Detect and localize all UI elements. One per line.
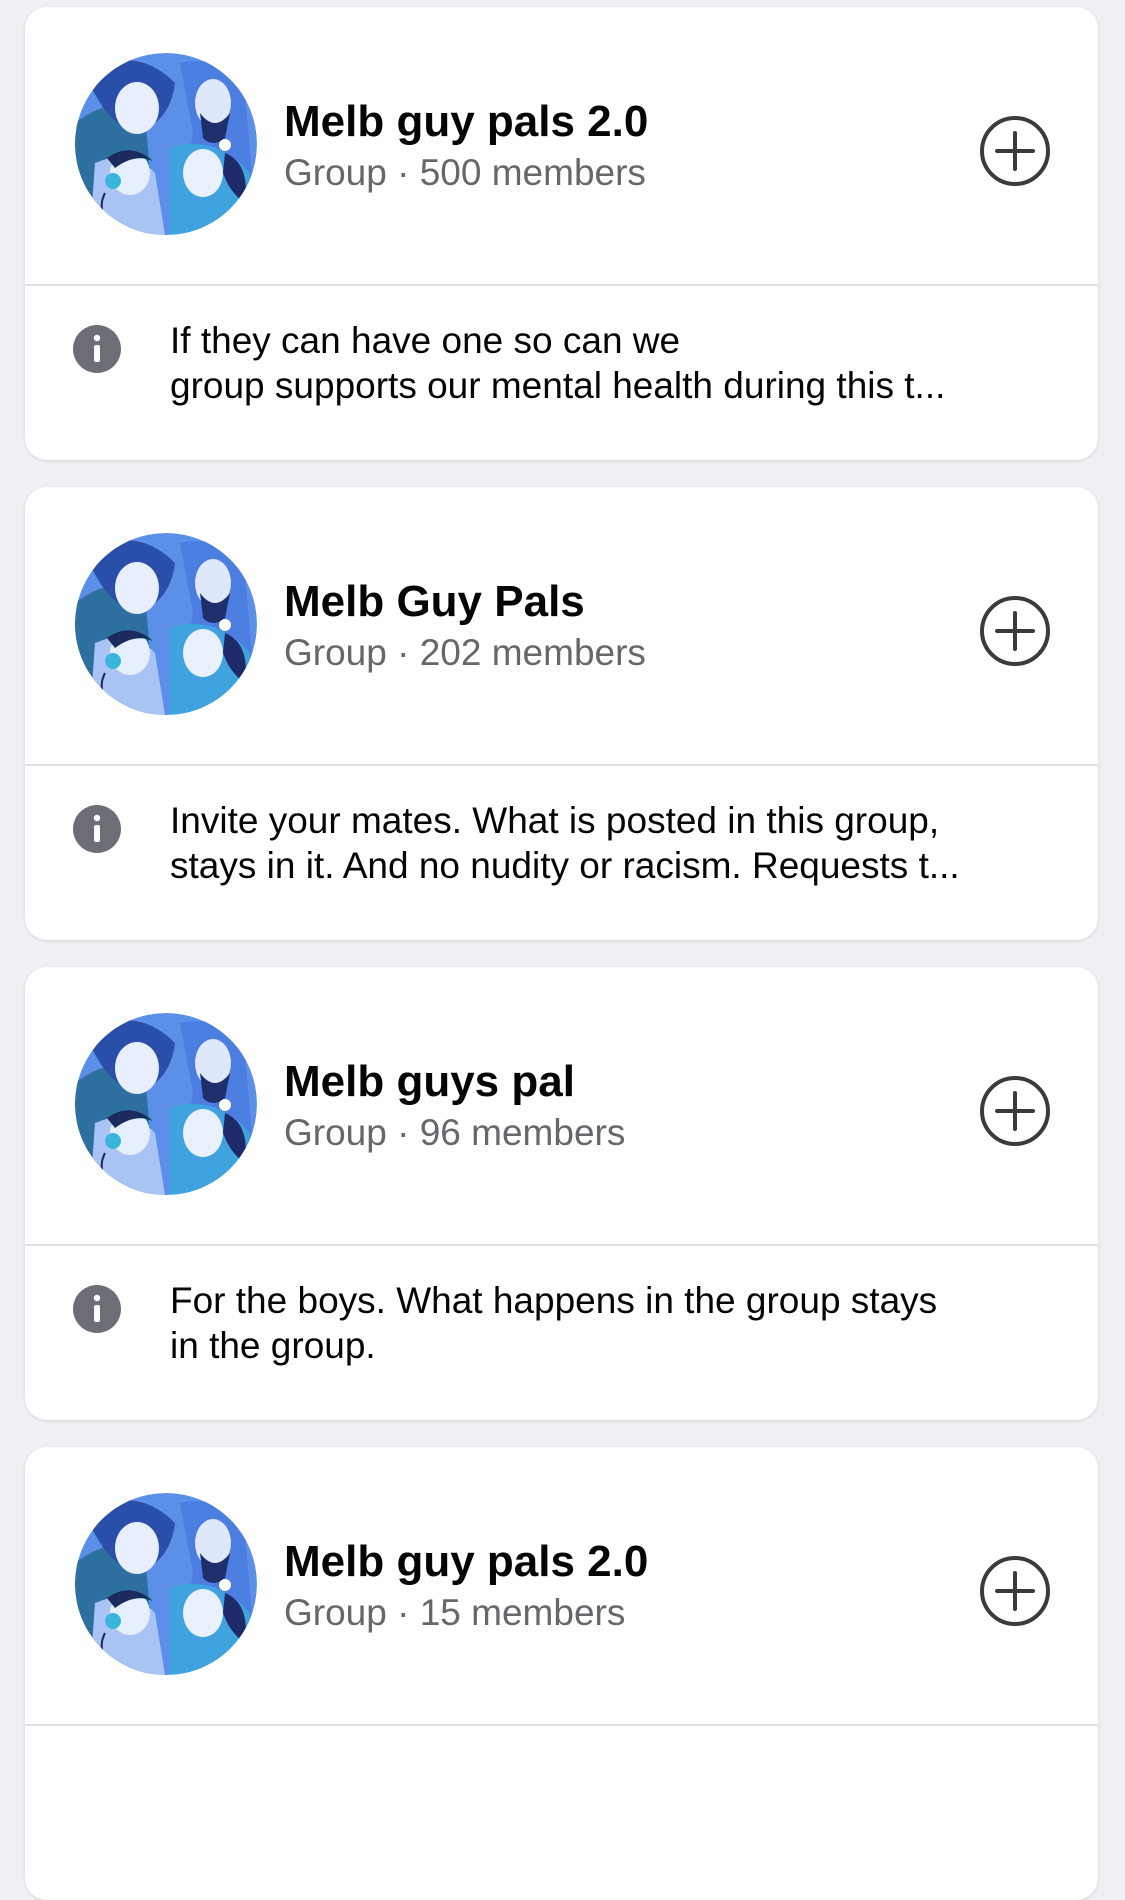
group-description-row [25, 1726, 1098, 1900]
group-avatar[interactable] [75, 533, 257, 715]
group-description: Invite your mates. What is posted in thi… [170, 798, 1070, 888]
group-name[interactable]: Melb guy pals 2.0 [284, 97, 648, 147]
group-card[interactable]: Melb guy pals 2.0 Group · 500 members If… [25, 7, 1098, 460]
group-header[interactable]: Melb Guy Pals Group · 202 members [25, 487, 1098, 766]
group-description: For the boys. What happens in the group … [170, 1278, 1070, 1368]
info-icon [73, 805, 121, 853]
group-description-row: Invite your mates. What is posted in thi… [25, 766, 1098, 940]
plus-circle-icon [979, 1075, 1051, 1147]
group-meta: Group · 15 members [284, 1592, 626, 1633]
join-group-button[interactable] [979, 1555, 1051, 1627]
group-card[interactable]: Melb Guy Pals Group · 202 members Invite… [25, 487, 1098, 940]
group-description-row: For the boys. What happens in the group … [25, 1246, 1098, 1420]
group-card[interactable]: Melb guy pals 2.0 Group · 15 members [25, 1447, 1098, 1900]
group-name[interactable]: Melb Guy Pals [284, 577, 585, 627]
group-avatar[interactable] [75, 1013, 257, 1195]
info-icon [73, 325, 121, 373]
group-description: If they can have one so can we group sup… [170, 318, 1070, 408]
group-card[interactable]: Melb guys pal Group · 96 members For the… [25, 967, 1098, 1420]
join-group-button[interactable] [979, 595, 1051, 667]
description-line: group supports our mental health during … [170, 365, 946, 406]
join-group-button[interactable] [979, 115, 1051, 187]
info-icon [73, 1285, 121, 1333]
group-name[interactable]: Melb guy pals 2.0 [284, 1537, 648, 1587]
group-header[interactable]: Melb guys pal Group · 96 members [25, 967, 1098, 1246]
description-line: For the boys. What happens in the group … [170, 1280, 938, 1321]
group-description-row: If they can have one so can we group sup… [25, 286, 1098, 460]
description-line: Invite your mates. What is posted in thi… [170, 800, 940, 841]
description-line: stays in it. And no nudity or racism. Re… [170, 845, 960, 886]
group-avatar[interactable] [75, 53, 257, 235]
group-avatar[interactable] [75, 1493, 257, 1675]
group-name[interactable]: Melb guys pal [284, 1057, 575, 1107]
description-line: If they can have one so can we [170, 320, 681, 361]
description-line: in the group. [170, 1325, 376, 1366]
join-group-button[interactable] [979, 1075, 1051, 1147]
group-meta: Group · 202 members [284, 632, 646, 673]
plus-circle-icon [979, 115, 1051, 187]
plus-circle-icon [979, 1555, 1051, 1627]
group-meta: Group · 96 members [284, 1112, 626, 1153]
group-header[interactable]: Melb guy pals 2.0 Group · 500 members [25, 7, 1098, 286]
plus-circle-icon [979, 595, 1051, 667]
group-meta: Group · 500 members [284, 152, 646, 193]
group-header[interactable]: Melb guy pals 2.0 Group · 15 members [25, 1447, 1098, 1726]
